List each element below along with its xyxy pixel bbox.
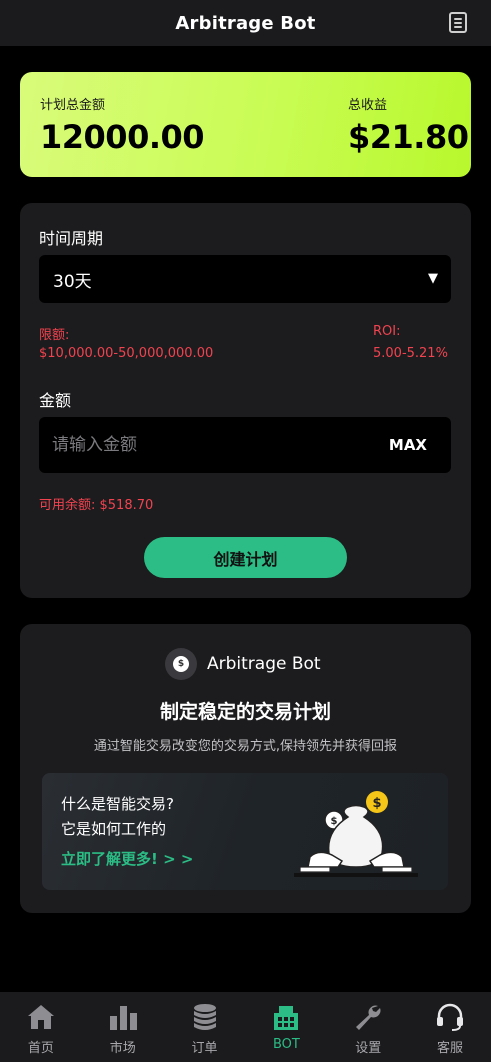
bot-icon (274, 1006, 299, 1030)
tab-label-orders: 订单 (191, 1041, 218, 1056)
tab-label-support: 客服 (437, 1041, 464, 1056)
svg-text:$: $ (331, 816, 338, 827)
plan-total-label: 计划总金额 (40, 98, 106, 113)
available-balance: 可用余额: $518.70 (39, 498, 154, 513)
total-profit-value: $21.80 (348, 118, 469, 156)
period-select[interactable]: 30天 ▼ (39, 255, 451, 303)
svg-text:$: $ (372, 796, 381, 811)
bottom-tab-bar: 首页 市场 订单 BOT 设置 客服 (0, 992, 491, 1062)
brand-row: $ Arbitrage Bot (165, 648, 321, 680)
amount-input[interactable] (39, 417, 369, 473)
plan-total-value: 12000.00 (40, 118, 205, 156)
learn-more-link[interactable]: 立即了解更多! > > (61, 848, 193, 869)
bar-chart-icon (109, 1006, 137, 1030)
tab-bot[interactable]: BOT (245, 992, 327, 1062)
period-selected-value: 30天 (53, 271, 92, 292)
page-title: Arbitrage Bot (175, 12, 316, 34)
tab-label-settings: 设置 (355, 1041, 382, 1056)
bot-info-card: $ Arbitrage Bot 制定稳定的交易计划 通过智能交易改变您的交易方式… (20, 624, 471, 913)
dropdown-caret-icon: ▼ (428, 271, 438, 286)
plan-summary-card: 计划总金额 12000.00 总收益 $21.80 (20, 72, 471, 177)
document-icon[interactable] (449, 12, 467, 33)
brand-name: Arbitrage Bot (207, 654, 321, 674)
promo-question-1: 什么是智能交易? (61, 795, 174, 813)
total-profit-label: 总收益 (348, 98, 388, 113)
max-button[interactable]: MAX (389, 436, 427, 454)
headset-icon (437, 1003, 464, 1031)
money-bag-hands-icon: $ $ (294, 791, 418, 877)
limit-value: $10,000.00-50,000,000.00 (39, 346, 214, 361)
tab-market[interactable]: 市场 (82, 992, 164, 1062)
home-icon (27, 1005, 54, 1029)
wrench-icon (356, 1005, 381, 1030)
tab-support[interactable]: 客服 (409, 992, 491, 1062)
tab-settings[interactable]: 设置 (327, 992, 409, 1062)
create-plan-form: 时间周期 30天 ▼ 限额: $10,000.00-50,000,000.00 … (20, 203, 471, 598)
limit-label: 限额: (39, 328, 70, 343)
amount-field-wrapper: MAX (39, 417, 451, 473)
tab-label-bot: BOT (272, 1037, 300, 1052)
amount-label: 金额 (39, 391, 72, 410)
coin-stack-icon (193, 1004, 216, 1030)
tab-label-market: 市场 (109, 1041, 136, 1056)
top-bar: Arbitrage Bot (0, 0, 491, 46)
tab-home[interactable]: 首页 (0, 992, 82, 1062)
tab-label-home: 首页 (27, 1041, 54, 1056)
tab-orders[interactable]: 订单 (164, 992, 246, 1062)
learn-more-banner[interactable]: 什么是智能交易? 它是如何工作的 立即了解更多! > > $ $ (42, 773, 448, 890)
promo-question-2: 它是如何工作的 (61, 820, 167, 838)
period-label: 时间周期 (39, 229, 104, 248)
info-headline: 制定稳定的交易计划 (159, 701, 331, 723)
bot-logo-icon: $ (165, 648, 197, 680)
info-subtitle: 通过智能交易改变您的交易方式,保持领先并获得回报 (93, 739, 398, 754)
roi-label: ROI: (373, 324, 401, 339)
roi-value: 5.00-5.21% (373, 346, 448, 361)
create-plan-button[interactable]: 创建计划 (144, 537, 347, 578)
